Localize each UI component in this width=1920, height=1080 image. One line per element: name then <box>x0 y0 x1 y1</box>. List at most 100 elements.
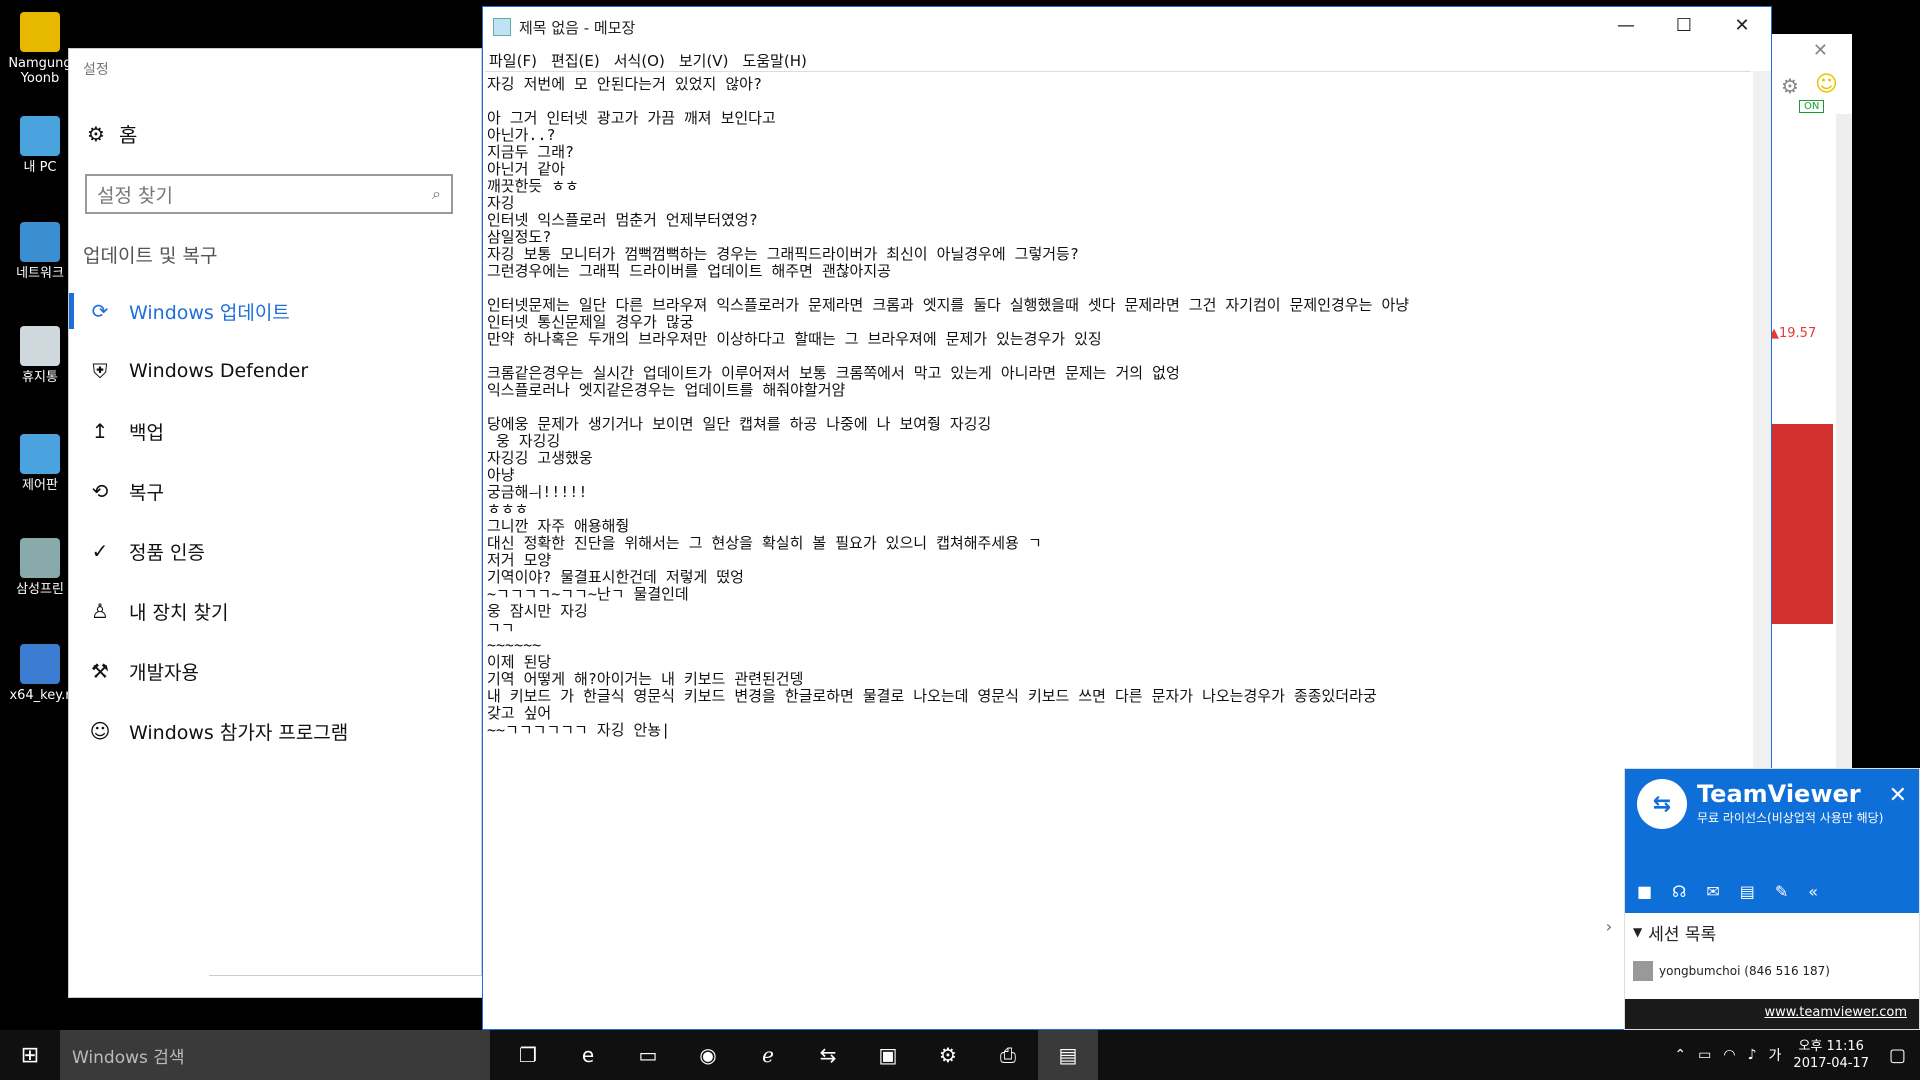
history-icon: ⟲ <box>91 479 109 503</box>
taskbar: ⊞ Windows 검색 ❐ e ▭ ◉ ℯ ⇆ ▣ ⚙ ⎙ ▤ ⌃ ▭ ◠ ♪ 가 오후 11:… <box>0 1030 1920 1080</box>
headset-icon[interactable]: ☊ <box>1672 882 1686 901</box>
windows-start-icon[interactable]: ⊞ <box>0 1030 60 1080</box>
smiley-icon: ☺ <box>1815 72 1838 97</box>
settings-search-input[interactable]: 설정 찾기 ⌕ <box>85 174 453 214</box>
control-panel-icon <box>20 434 60 474</box>
avatar <box>1633 961 1653 981</box>
minimize-icon[interactable]: — <box>1597 7 1655 43</box>
menu-item[interactable]: 서식(O) <box>614 50 665 71</box>
settings-nav-item[interactable]: ⛨ Windows Defender <box>69 341 481 401</box>
settings-gear-icon[interactable]: ⚙ <box>918 1030 978 1080</box>
settings-nav-item[interactable]: ♙ 내 장치 찾기 <box>69 581 481 641</box>
expand-chevron-icon[interactable]: › <box>1596 906 1622 946</box>
settings-nav-item[interactable]: ✓ 정품 인증 <box>69 521 481 581</box>
recycle-bin-icon <box>20 326 60 366</box>
window-controls: — ☐ ✕ <box>1597 7 1771 43</box>
session-user-label: yongbumchoi (846 516 187) <box>1659 964 1830 978</box>
notepad-titlebar[interactable]: 제목 없음 - 메모장 <box>483 7 1771 47</box>
menu-item[interactable]: 편집(E) <box>551 50 600 71</box>
settings-nav-item[interactable]: ↥ 백업 <box>69 401 481 461</box>
settings-nav-item[interactable]: ⚒ 개발자용 <box>69 641 481 701</box>
shield-icon: ⛨ <box>92 359 108 383</box>
settings-nav-label: 복구 <box>129 481 164 504</box>
home-button[interactable]: ⚙ 홈 <box>87 119 137 148</box>
teamviewer-logo-icon: ⇆ <box>1637 779 1687 829</box>
network-icon <box>20 222 60 262</box>
tools-icon: ⚒ <box>91 659 109 683</box>
triangle-down-icon: ▼ <box>1633 925 1643 939</box>
settings-nav-label: 개발자용 <box>129 661 199 684</box>
ime-indicator[interactable]: 가 <box>1769 1045 1782 1065</box>
task-view-icon[interactable]: ❐ <box>498 1030 558 1080</box>
teamviewer-icon[interactable]: ⇆ <box>798 1030 858 1080</box>
battery-icon[interactable]: ▭ <box>1698 1047 1711 1063</box>
printer-icon[interactable]: ⎙ <box>978 1030 1038 1080</box>
settings-nav-item[interactable]: ⟲ 복구 <box>69 461 481 521</box>
teamviewer-header: ⇆ TeamViewer 무료 라이선스(비상업적 사용만 해당) ✕ <box>1625 769 1919 869</box>
browser-window-partial[interactable]: ✕ ⚙ ☺ ON ▲19.57 <box>1760 34 1852 794</box>
notepad-icon <box>493 18 511 36</box>
computer-icon <box>20 116 60 156</box>
settings-nav: ⟳ Windows 업데이트 ⛨ Windows Defender ↥ 백업 ⟲ 복구 ✓ 정품 … <box>69 281 481 761</box>
session-list-title: 세션 목록 <box>1648 924 1717 945</box>
settings-nav-item[interactable]: ☺ Windows 참가자 프로그램 <box>69 701 481 761</box>
taskbar-apps: ❐ e ▭ ◉ ℯ ⇆ ▣ ⚙ ⎙ ▤ <box>498 1030 1098 1080</box>
maximize-icon[interactable]: ☐ <box>1655 7 1713 43</box>
settings-nav-label: Windows 참가자 프로그램 <box>129 721 349 744</box>
notepad-text-area[interactable]: 자깅 저번에 모 안된다는거 있었지 않아? 아 그거 인터넷 광고가 가끔 깨… <box>485 71 1751 1029</box>
sync-icon: ⟳ <box>91 299 109 323</box>
settings-window[interactable]: 설정 ⚙ 홈 설정 찾기 ⌕ 업데이트 및 복구 ⟳ Windows 업데이트 ⛨ W… <box>68 48 483 998</box>
chat-icon[interactable]: ✉ <box>1706 882 1719 901</box>
settings-bottom-strip <box>209 975 483 997</box>
pen-icon[interactable]: ✎ <box>1775 882 1788 901</box>
person-location-icon: ♙ <box>91 599 109 623</box>
scrollbar[interactable] <box>1836 114 1852 794</box>
backup-arrow-icon: ↥ <box>91 419 109 443</box>
control-panel-icon[interactable]: ▣ <box>858 1030 918 1080</box>
system-tray: ⌃ ▭ ◠ ♪ 가 오후 11:16 2017-04-17 ▢ <box>1674 1030 1920 1080</box>
session-list-header[interactable]: ▼ 세션 목록 <box>1625 913 1919 951</box>
collapse-icon[interactable]: « <box>1808 882 1818 901</box>
notepad-title: 제목 없음 - 메모장 <box>519 18 636 37</box>
session-user[interactable]: yongbumchoi (846 516 187) <box>1625 951 1919 991</box>
internet-explorer-icon[interactable]: ℯ <box>738 1030 798 1080</box>
teamviewer-link[interactable]: www.teamviewer.com <box>1625 999 1919 1029</box>
home-label: 홈 <box>118 123 138 147</box>
gear-icon: ⚙ <box>87 121 105 146</box>
file-transfer-icon[interactable]: ▤ <box>1740 882 1755 901</box>
wifi-icon[interactable]: ◠ <box>1723 1047 1735 1063</box>
settings-nav-item[interactable]: ⟳ Windows 업데이트 <box>69 281 481 341</box>
settings-nav-label: 백업 <box>129 421 164 444</box>
menu-item[interactable]: 파일(F) <box>489 50 537 71</box>
volume-icon[interactable]: ♪ <box>1748 1047 1757 1063</box>
on-badge: ON <box>1799 100 1825 113</box>
settings-nav-label: Windows Defender <box>129 360 309 382</box>
search-icon[interactable]: ⌕ <box>432 184 441 204</box>
clock-date: 2017-04-17 <box>1793 1056 1869 1071</box>
taskbar-search-input[interactable]: Windows 검색 <box>60 1030 490 1080</box>
teamviewer-panel[interactable]: ⇆ TeamViewer 무료 라이선스(비상업적 사용만 해당) ✕ ■ ☊ … <box>1624 768 1920 1030</box>
video-icon[interactable]: ■ <box>1637 882 1652 901</box>
edge-icon[interactable]: e <box>558 1030 618 1080</box>
notepad-icon[interactable]: ▤ <box>1038 1030 1098 1080</box>
notification-icon[interactable]: ▢ <box>1889 1045 1906 1066</box>
close-icon[interactable]: ✕ <box>1713 7 1771 43</box>
settings-nav-label: 내 장치 찾기 <box>129 601 229 624</box>
close-icon[interactable]: ✕ <box>1889 783 1907 808</box>
settings-nav-label: 정품 인증 <box>129 541 205 564</box>
chrome-icon[interactable]: ◉ <box>678 1030 738 1080</box>
teamviewer-license: 무료 라이선스(비상업적 사용만 해당) <box>1697 811 1884 825</box>
menu-item[interactable]: 도움말(H) <box>742 50 806 71</box>
chevron-up-icon[interactable]: ⌃ <box>1674 1047 1686 1063</box>
close-icon[interactable]: ✕ <box>1813 40 1828 61</box>
clock[interactable]: 오후 11:16 2017-04-17 <box>1793 1038 1869 1072</box>
notepad-menubar: 파일(F) 편집(E) 서식(O) 보기(V) 도움말(H) <box>483 47 1771 73</box>
settings-nav-label: Windows 업데이트 <box>129 301 290 324</box>
price-change: ▲19.57 <box>1769 326 1817 341</box>
clock-time: 오후 11:16 <box>1798 1039 1864 1054</box>
notepad-window[interactable]: 제목 없음 - 메모장 — ☐ ✕ 파일(F) 편집(E) 서식(O) 보기(V) 도움… <box>482 6 1772 1030</box>
window-title: 설정 <box>83 62 109 78</box>
gear-icon[interactable]: ⚙ <box>1781 74 1799 98</box>
file-explorer-icon[interactable]: ▭ <box>618 1030 678 1080</box>
menu-item[interactable]: 보기(V) <box>679 50 729 71</box>
